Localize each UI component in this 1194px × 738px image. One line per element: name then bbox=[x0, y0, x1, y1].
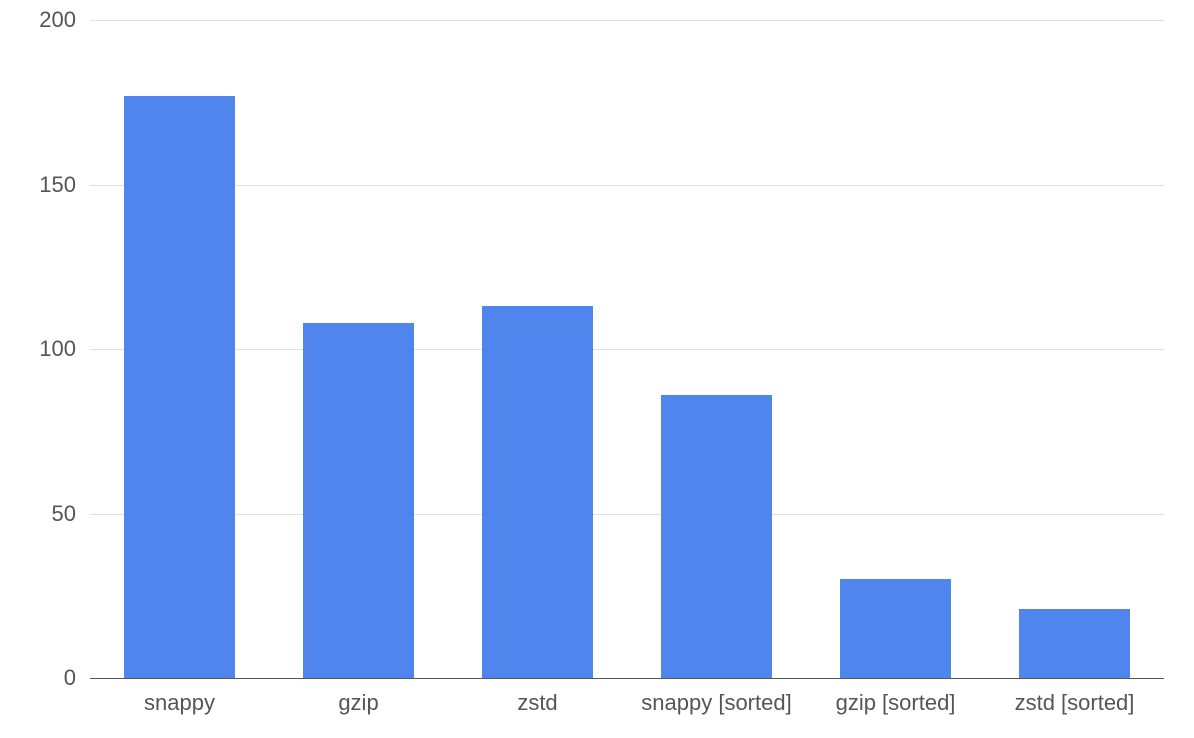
bar-slot: gzip bbox=[269, 20, 448, 678]
y-tick-label: 50 bbox=[52, 501, 90, 527]
y-tick-label: 200 bbox=[39, 7, 90, 33]
x-tick-label: snappy [sorted] bbox=[641, 678, 791, 716]
bar-slot: snappy bbox=[90, 20, 269, 678]
x-tick-label: zstd [sorted] bbox=[1015, 678, 1135, 716]
x-tick-label: snappy bbox=[144, 678, 215, 716]
y-tick-label: 150 bbox=[39, 172, 90, 198]
x-tick-label: gzip bbox=[338, 678, 378, 716]
bar bbox=[482, 306, 593, 678]
bar bbox=[661, 395, 772, 678]
bar-slot: zstd [sorted] bbox=[985, 20, 1164, 678]
plot-area: 050100150200 snappygzipzstdsnappy [sorte… bbox=[90, 20, 1164, 678]
bars-container: snappygzipzstdsnappy [sorted]gzip [sorte… bbox=[90, 20, 1164, 678]
bar-chart: 050100150200 snappygzipzstdsnappy [sorte… bbox=[0, 0, 1194, 738]
bar bbox=[840, 579, 951, 678]
bar bbox=[303, 323, 414, 678]
x-tick-label: zstd bbox=[517, 678, 557, 716]
y-tick-label: 0 bbox=[64, 665, 90, 691]
bar-slot: zstd bbox=[448, 20, 627, 678]
bar bbox=[1019, 609, 1130, 678]
bar-slot: snappy [sorted] bbox=[627, 20, 806, 678]
grid-line bbox=[90, 678, 1164, 679]
bar-slot: gzip [sorted] bbox=[806, 20, 985, 678]
bar bbox=[124, 96, 235, 678]
x-tick-label: gzip [sorted] bbox=[836, 678, 956, 716]
y-tick-label: 100 bbox=[39, 336, 90, 362]
